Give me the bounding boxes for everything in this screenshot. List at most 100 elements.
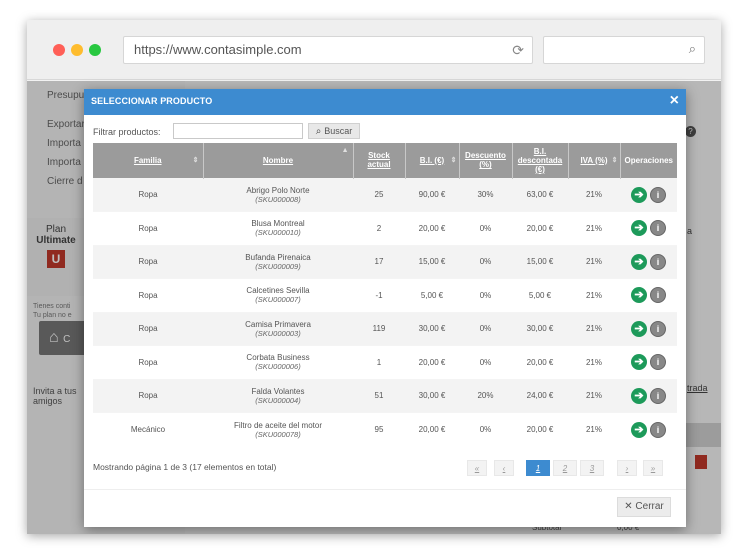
product-name: Abrigo Polo Norte (246, 185, 310, 195)
info-circle-icon[interactable]: i (650, 354, 666, 371)
info-circle-icon[interactable]: i (650, 387, 666, 404)
arrow-right-circle-icon[interactable]: ➔ (631, 387, 647, 404)
table-row[interactable]: Ropa Bufanda Pirenaica (SKU000009) 17 15,… (93, 244, 677, 279)
info-circle-icon[interactable]: i (650, 220, 666, 237)
page-2-button[interactable]: 2 (553, 460, 577, 476)
table-row[interactable]: Ropa Abrigo Polo Norte (SKU000008) 25 90,… (93, 177, 677, 212)
cell-nombre: Filtro de aceite del motor (SKU000078) (203, 412, 353, 446)
cell-operaciones: ➔ i (620, 378, 677, 413)
column-header-nombre[interactable]: Nombre ▲ (203, 143, 354, 178)
product-name: Corbata Business (246, 353, 310, 363)
arrow-right-circle-icon[interactable]: ➔ (631, 354, 647, 371)
table-row[interactable]: Ropa Corbata Business (SKU000006) 1 20,00… (93, 345, 677, 379)
table-row[interactable]: Ropa Falda Volantes (SKU000004) 51 30,00 … (93, 378, 677, 413)
arrow-right-circle-icon[interactable]: ➔ (631, 186, 647, 203)
info-circle-icon[interactable]: i (650, 320, 666, 337)
cell-bi: 20,00 € (405, 412, 459, 446)
cell-operaciones: ➔ i (620, 311, 677, 346)
sort-icon: ⇕ (450, 157, 457, 164)
cell-familia: Ropa (93, 311, 203, 346)
search-icon: ⌕ (315, 126, 322, 137)
table-row[interactable]: Ropa Calcetines Sevilla (SKU000007) -1 5,… (93, 278, 677, 312)
page-3-button[interactable]: 3 (580, 460, 604, 476)
cell-familia: Ropa (93, 177, 203, 212)
page-next-button[interactable]: › (617, 460, 637, 476)
cell-familia: Ropa (93, 244, 203, 279)
product-name: Camisa Primavera (245, 319, 311, 329)
product-name: Calcetines Sevilla (246, 286, 310, 296)
cell-descuento: 30% (459, 177, 512, 212)
url-bar[interactable]: https://www.contasimple.com ⟳ (123, 36, 533, 64)
product-sku: (SKU000006) (255, 362, 301, 372)
page-1-button[interactable]: 1 (526, 460, 550, 476)
cell-stock: 2 (353, 211, 405, 245)
table-row[interactable]: Ropa Blusa Montreal (SKU000010) 2 20,00 €… (93, 211, 677, 245)
column-header-descuento[interactable]: Descuento (%) (459, 143, 513, 178)
column-header-operaciones: Operaciones (620, 143, 677, 178)
maximize-window-button[interactable] (89, 44, 101, 56)
cell-iva: 21% (568, 278, 620, 312)
info-circle-icon[interactable]: i (650, 186, 666, 203)
column-header-bi-descontada[interactable]: B.I. descontada (€) (512, 143, 569, 178)
modal-header: SELECCIONAR PRODUCTO × (84, 89, 686, 115)
table-row[interactable]: Mecánico Filtro de aceite del motor (SKU0… (93, 412, 677, 446)
close-window-button[interactable] (53, 44, 65, 56)
arrow-right-circle-icon[interactable]: ➔ (631, 287, 647, 304)
cell-familia: Ropa (93, 345, 203, 379)
product-sku: (SKU000010) (255, 228, 301, 238)
arrow-right-circle-icon[interactable]: ➔ (631, 421, 647, 438)
arrow-right-circle-icon[interactable]: ➔ (631, 253, 647, 270)
info-circle-icon[interactable]: i (650, 421, 666, 438)
cell-stock: 17 (353, 244, 405, 279)
info-circle-icon[interactable]: i (650, 287, 666, 304)
cell-descuento: 0% (459, 412, 512, 446)
cell-bi: 15,00 € (405, 244, 459, 279)
cell-operaciones: ➔ i (620, 244, 677, 279)
table-row[interactable]: Ropa Camisa Primavera (SKU000003) 119 30,… (93, 311, 677, 346)
product-sku: (SKU000078) (255, 429, 301, 439)
page-last-button[interactable]: » (643, 460, 663, 476)
sort-asc-icon: ▲ (341, 147, 349, 154)
browser-toolbar: https://www.contasimple.com ⟳ ⌕ (27, 20, 721, 80)
info-circle-icon[interactable]: i (650, 253, 666, 270)
column-header-iva[interactable]: IVA (%) ⇕ (568, 143, 621, 178)
cell-nombre: Bufanda Pirenaica (SKU000009) (203, 244, 353, 279)
search-icon: ⌕ (688, 41, 696, 56)
cell-operaciones: ➔ i (620, 177, 677, 212)
url-text: https://www.contasimple.com (134, 42, 302, 57)
browser-search-bar[interactable]: ⌕ (543, 36, 705, 64)
cell-descuento: 0% (459, 311, 512, 346)
cell-operaciones: ➔ i (620, 211, 677, 245)
close-icon[interactable]: × (670, 92, 679, 110)
arrow-right-circle-icon[interactable]: ➔ (631, 320, 647, 337)
cell-iva: 21% (568, 244, 620, 279)
filter-products-input[interactable] (173, 123, 303, 139)
search-button[interactable]: ⌕ Buscar (308, 123, 360, 139)
close-button[interactable]: ✕ Cerrar (617, 497, 671, 517)
cell-iva: 21% (568, 211, 620, 245)
cell-bi: 30,00 € (405, 311, 459, 346)
reload-icon[interactable]: ⟳ (512, 37, 524, 63)
cell-stock: 95 (353, 412, 405, 446)
search-button-label: Buscar (324, 126, 353, 136)
cell-descuento: 0% (459, 211, 512, 245)
column-header-bi[interactable]: B.I. (€) ⇕ (405, 143, 460, 178)
close-button-label: Cerrar (635, 501, 664, 512)
column-header-stock[interactable]: Stock actual (353, 143, 406, 178)
cell-familia: Ropa (93, 278, 203, 312)
arrow-right-circle-icon[interactable]: ➔ (631, 220, 647, 237)
column-header-familia[interactable]: Familia ⇕ (93, 143, 204, 178)
products-table: Familia ⇕ Nombre ▲ Stock actual B.I. (€) ⇕ … (93, 143, 677, 446)
cell-stock: 1 (353, 345, 405, 379)
page-first-button[interactable]: « (467, 460, 487, 476)
cell-bi-descontada: 20,00 € (512, 345, 568, 379)
cell-bi-descontada: 24,00 € (512, 378, 568, 413)
browser-window: https://www.contasimple.com ⟳ ⌕ Presupu … (27, 20, 721, 534)
cell-familia: Mecánico (93, 412, 203, 446)
minimize-window-button[interactable] (71, 44, 83, 56)
cell-nombre: Corbata Business (SKU000006) (203, 345, 353, 379)
cell-bi: 5,00 € (405, 278, 459, 312)
cell-nombre: Falda Volantes (SKU000004) (203, 378, 353, 413)
page-prev-button[interactable]: ‹ (494, 460, 514, 476)
product-name: Bufanda Pirenaica (245, 252, 311, 262)
